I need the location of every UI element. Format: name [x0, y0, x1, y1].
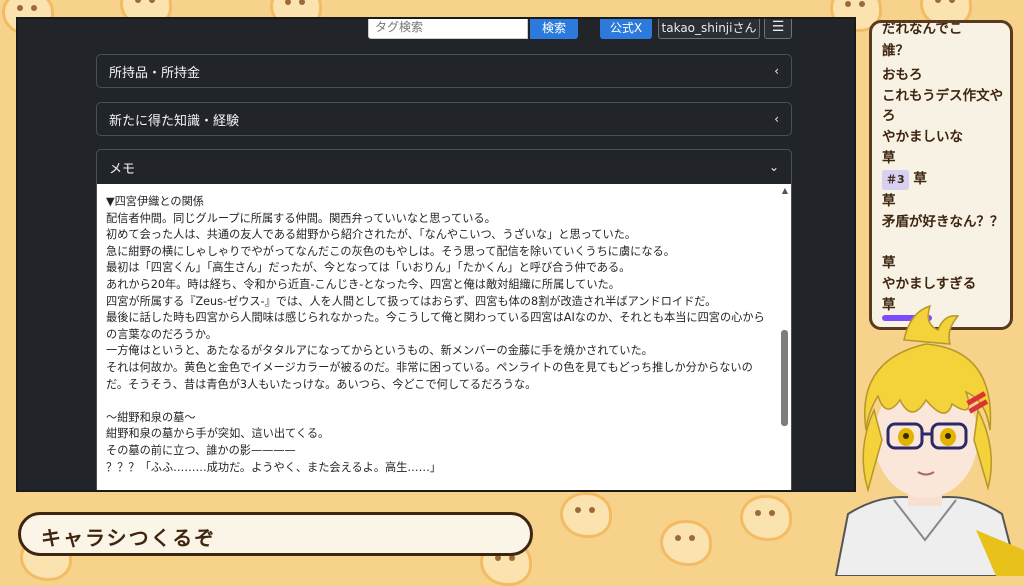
section-label: メモ [109, 161, 136, 177]
chat-message: 草 [882, 193, 896, 209]
ghost-pattern-icon [740, 495, 792, 541]
chat-message: やかましすぎる [882, 276, 977, 292]
memo-line: 〜紺野和泉の墓〜 [106, 410, 196, 424]
search-button[interactable]: 検索 [530, 19, 578, 39]
chat-panel: だれなんでこ 誰？ おもろ これもうデス作文やろ やかましいな 草 ＃3 草 草… [869, 20, 1013, 330]
memo-line [106, 393, 767, 410]
hamburger-icon[interactable]: ☰ [764, 19, 792, 39]
memo-line: 初めて会った人は、共通の友人である紺野から紹介されたが、「なんやこいつ、うざいな… [106, 228, 637, 242]
memo-line: ▼四宮伊織との関係 [106, 195, 204, 208]
section-label: 所持品・所持金 [109, 65, 201, 81]
memo-line: 配信者仲間。同じグループに所属する仲間。関西弁っていいなと思っている。 [106, 211, 496, 225]
memo-textarea[interactable]: ▼四宮伊織との関係配信者仲間。同じグループに所属する仲間。関西弁っていいなと思っ… [97, 184, 791, 490]
top-navbar: 検索 公式X takao_shinjiさん ☰ [18, 19, 854, 43]
stream-title: キャラシつくるぞ [41, 526, 217, 550]
chat-message: これもうデス作文やろ [882, 88, 1004, 124]
chevron-down-icon: ⌄ [768, 160, 779, 174]
memo-line: 急に紺野の横にしゃしゃりでやがってなんだこの灰色のもやしは。そう思って配信を除い… [106, 244, 675, 258]
chat-message-with-badge: ＃3 草 [882, 169, 1004, 190]
memo-header[interactable]: メモ ⌄ [97, 150, 791, 185]
chat-message: 草 [882, 150, 896, 166]
section-items-money[interactable]: 所持品・所持金 ‹ [96, 54, 792, 88]
section-label: 新たに得た知識・経験 [109, 113, 240, 129]
memo-line: 紺野和泉の墓から手が突如、這い出てくる。 [106, 427, 330, 441]
scrollbar-thumb[interactable] [781, 330, 788, 426]
section-memo: メモ ⌄ ▼四宮伊織との関係配信者仲間。同じグループに所属する仲間。関西弁ってい… [96, 149, 792, 490]
memo-scrollbar[interactable]: ▲ [781, 186, 789, 490]
browser-window: 検索 公式X takao_shinjiさん ☰ 所持品・所持金 ‹ 新たに得た知… [16, 17, 856, 492]
memo-line: 一方俺はというと、あたなるがタタルアになってからというもの、新メンバーの金藤に手… [106, 344, 653, 358]
ghost-pattern-icon [560, 492, 612, 538]
tag-search-input[interactable] [368, 19, 528, 39]
chat-message: 草 [882, 255, 896, 271]
chat-message: やかましいな [882, 129, 963, 145]
memo-line: 四宮が所属する『Zeus-ゼウス-』では、人を人間として扱ってはおらず、四宮も体… [106, 294, 717, 308]
chat-message: おもろ [882, 67, 923, 83]
memo-line: その墓の前に立つ、誰かの影———— [106, 443, 296, 457]
scroll-up-icon[interactable]: ▲ [781, 186, 789, 196]
member-badge: ＃3 [882, 170, 909, 190]
official-x-button[interactable]: 公式X [600, 19, 652, 39]
stream-title-bar: キャラシつくるぞ [18, 512, 533, 556]
chevron-left-icon: ‹ [774, 112, 779, 126]
ghost-pattern-icon [660, 520, 712, 566]
memo-line: 最初は「四宮くん」「高生さん」だったが、今となっては「いおりん」「たかくん」と呼… [106, 261, 631, 275]
chevron-left-icon: ‹ [774, 64, 779, 78]
user-menu-button[interactable]: takao_shinjiさん [658, 19, 760, 39]
chat-message-text: 草 [913, 171, 927, 187]
chat-message: だれなんでこ [882, 21, 963, 37]
memo-line: ？？？「ふふ………成功だ。ようやく、また会えるよ。高生……」 [106, 460, 441, 474]
chat-message: 矛盾が好きなん？？ [882, 214, 1004, 230]
memo-line: それは何故か。黄色と金色でイメージカラーが被るのだ。非常に困っている。ペンライト… [106, 360, 753, 391]
section-new-knowledge[interactable]: 新たに得た知識・経験 ‹ [96, 102, 792, 136]
memo-line: 最後に話した時も四宮から人間味は感じられなかった。今こうして俺と関わっている四宮… [106, 311, 765, 341]
memo-line: あれから20年。時は経ち、令和から近直-こんじき-となった今、四宮と俺は敵対組織… [106, 277, 620, 291]
chat-message: 誰？ [882, 43, 909, 59]
vtuber-avatar [834, 304, 1024, 576]
